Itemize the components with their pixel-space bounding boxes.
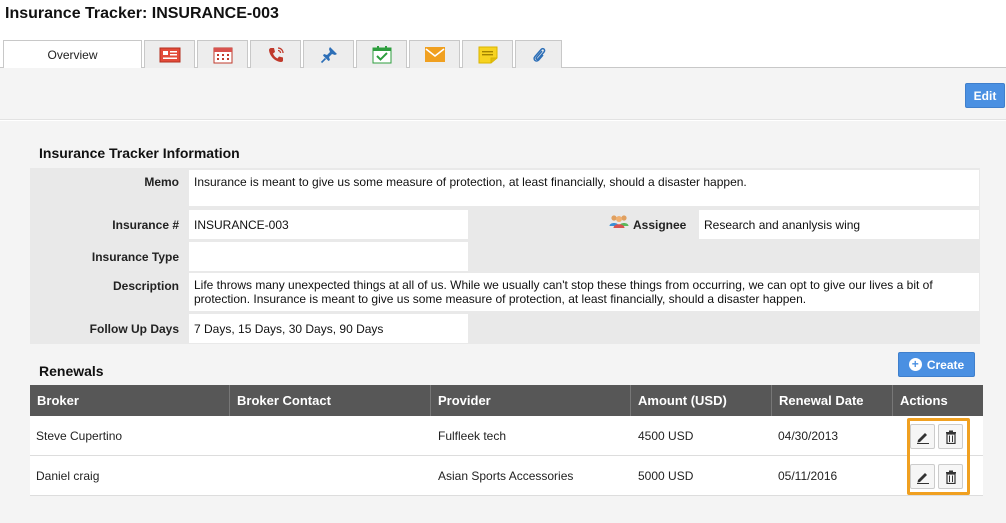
tab-attachments[interactable] [515, 40, 562, 68]
follow-up-days-label: Follow Up Days [89, 322, 179, 336]
pencil-icon [916, 432, 929, 444]
info-section-title: Insurance Tracker Information [39, 145, 240, 161]
create-button-label: Create [926, 357, 965, 372]
edit-button[interactable]: Edit [965, 83, 1005, 108]
insurance-type-label: Insurance Type [91, 250, 179, 264]
cell-renewal-date: 04/30/2013 [778, 429, 839, 443]
table-row: Daniel craig Asian Sports Accessories 50… [30, 456, 983, 496]
cell-provider: Fulfleek tech [438, 429, 507, 443]
cell-broker: Daniel craig [36, 469, 100, 483]
trash-icon [945, 430, 956, 444]
tab-bar: Overview [0, 40, 1006, 69]
attachment-icon [532, 47, 545, 62]
phone-icon [268, 46, 284, 62]
tab-overview-label: Overview [47, 48, 98, 62]
table-row: Steve Cupertino Fulfleek tech 4500 USD 0… [30, 416, 983, 456]
email-icon [424, 47, 445, 62]
assignee-label: Assignee [633, 218, 687, 232]
tab-tasks[interactable] [356, 40, 407, 68]
cell-renewal-date: 05/11/2016 [778, 469, 838, 483]
plus-circle-icon: + [908, 358, 922, 371]
follow-up-days-value: 7 Days, 15 Days, 30 Days, 90 Days [189, 314, 468, 343]
renewals-table: Broker Broker Contact Provider Amount (U… [30, 385, 983, 496]
tab-calendar[interactable] [197, 40, 248, 68]
cell-amount: 5000 USD [638, 469, 694, 483]
column-header-renewal-date[interactable]: Renewal Date [772, 385, 893, 416]
task-check-icon [372, 46, 391, 64]
renewals-section-title: Renewals [39, 363, 104, 379]
create-renewal-button[interactable]: + Create [898, 352, 975, 377]
cell-broker-contact [230, 456, 236, 496]
column-header-actions: Actions [900, 393, 948, 408]
description-label: Description [112, 279, 179, 293]
insurance-type-value [189, 242, 468, 271]
trash-icon [945, 470, 956, 484]
tab-overview[interactable]: Overview [3, 40, 142, 69]
insurance-number-value: INSURANCE-003 [189, 210, 468, 239]
toolbar: Edit [0, 68, 1006, 120]
cell-broker: Steve Cupertino [36, 429, 123, 443]
note-icon [478, 46, 497, 63]
pin-icon [320, 46, 337, 63]
tab-notes[interactable] [462, 40, 513, 68]
edit-row-button[interactable] [910, 464, 935, 489]
memo-label: Memo [144, 175, 179, 189]
list-card-icon [159, 47, 180, 62]
cell-provider: Asian Sports Accessories [438, 469, 574, 483]
description-value: Life throws many unexpected things at al… [189, 273, 979, 311]
column-header-provider[interactable]: Provider [431, 385, 631, 416]
column-header-broker[interactable]: Broker [30, 385, 230, 416]
column-header-broker-contact[interactable]: Broker Contact [230, 385, 431, 416]
cell-broker-contact [230, 416, 236, 456]
page-title: Insurance Tracker: INSURANCE-003 [5, 5, 279, 22]
column-header-amount[interactable]: Amount (USD) [631, 385, 772, 416]
delete-row-button[interactable] [938, 464, 963, 489]
tab-calls[interactable] [250, 40, 301, 68]
pencil-icon [916, 472, 929, 484]
memo-value: Insurance is meant to give us some measu… [189, 170, 979, 206]
edit-row-button[interactable] [910, 424, 935, 449]
tab-email[interactable] [409, 40, 460, 68]
calendar-icon [213, 47, 232, 63]
assignee-value: Research and ananlysis wing [699, 210, 979, 239]
cell-amount: 4500 USD [638, 429, 694, 443]
insurance-number-label: Insurance # [112, 218, 179, 232]
tab-pin[interactable] [303, 40, 354, 68]
table-header: Broker Broker Contact Provider Amount (U… [30, 385, 983, 416]
users-icon [609, 215, 629, 228]
tab-details[interactable] [144, 40, 195, 68]
delete-row-button[interactable] [938, 424, 963, 449]
